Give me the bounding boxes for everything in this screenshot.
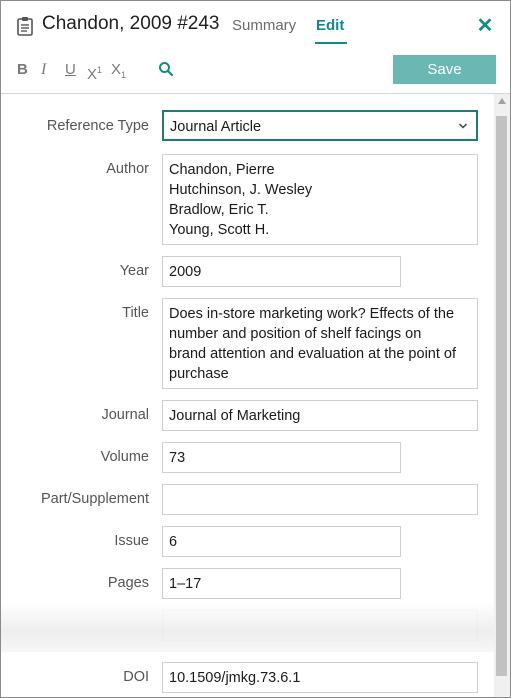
bold-button[interactable]: B (17, 61, 28, 79)
volume-field[interactable]: 73 (162, 442, 401, 473)
doi-label: DOI (123, 669, 149, 685)
journal-label: Journal (101, 407, 149, 423)
pages-label: Pages (107, 575, 149, 591)
reference-title: Chandon, 2009 #243 (42, 13, 220, 34)
reference-editor-panel: Chandon, 2009 #243 Summary Edit ✕ B I U … (0, 0, 511, 698)
subscript-button[interactable]: X1 (111, 61, 126, 84)
author-line: Chandon, Pierre (169, 162, 275, 178)
tab-summary[interactable]: Summary (232, 17, 296, 34)
reference-type-select[interactable]: Journal Article (162, 110, 478, 141)
subscript-mark: 1 (121, 70, 127, 80)
year-field[interactable]: 2009 (162, 256, 401, 287)
clipboard-icon (17, 17, 33, 36)
journal-field[interactable]: Journal of Marketing (162, 400, 478, 431)
author-line: Hutchinson, J. Wesley (169, 182, 313, 198)
title-line: purchase (169, 366, 229, 382)
chevron-down-icon (458, 123, 468, 129)
title-line: Does in-store marketing work? Effects of… (169, 306, 455, 322)
title-line: brand attention and evaluation at the po… (169, 346, 456, 362)
part-supplement-label: Part/Supplement (40, 491, 149, 507)
superscript-button[interactable]: X1 (87, 61, 102, 84)
author-field[interactable]: Chandon, Pierre Hutchinson, J. Wesley Br… (162, 154, 478, 245)
editor-header: Chandon, 2009 #243 Summary Edit ✕ B I U … (1, 1, 510, 94)
save-button[interactable]: Save (393, 55, 496, 84)
underline-button[interactable]: U (65, 61, 76, 79)
close-button[interactable]: ✕ (473, 15, 497, 39)
author-label: Author (106, 161, 149, 177)
part-supplement-field[interactable] (162, 484, 478, 515)
title-field[interactable]: Does in-store marketing work? Effects of… (162, 298, 478, 389)
active-tab-indicator (315, 42, 347, 44)
author-line: Bradlow, Eric T. (169, 202, 269, 218)
reference-form: Reference Type Journal Article Author Ch… (1, 94, 494, 697)
doi-field[interactable]: 10.1509/jmkg.73.6.1 (162, 662, 478, 693)
issue-field[interactable]: 6 (162, 526, 401, 557)
superscript-base: X (87, 66, 98, 83)
superscript-mark: 1 (97, 65, 103, 75)
vertical-scrollbar[interactable] (494, 94, 510, 697)
issue-label: Issue (114, 533, 149, 549)
author-line: Young, Scott H. (169, 222, 270, 238)
title-label: Title (122, 305, 149, 321)
scroll-fade-overlay (1, 602, 494, 652)
subscript-base: X (111, 61, 122, 78)
italic-button[interactable]: I (41, 61, 46, 79)
scrollbar-thumb[interactable] (496, 116, 507, 676)
pages-field[interactable]: 1–17 (162, 568, 401, 599)
volume-label: Volume (100, 449, 149, 465)
title-line: number and position of shelf facings on (169, 326, 422, 342)
reference-type-value: Journal Article (170, 119, 262, 135)
reference-type-label: Reference Type (46, 118, 149, 134)
search-icon[interactable] (158, 61, 174, 77)
scroll-up-arrow-icon[interactable] (497, 97, 507, 105)
tab-edit[interactable]: Edit (316, 17, 344, 34)
year-label: Year (119, 263, 149, 279)
